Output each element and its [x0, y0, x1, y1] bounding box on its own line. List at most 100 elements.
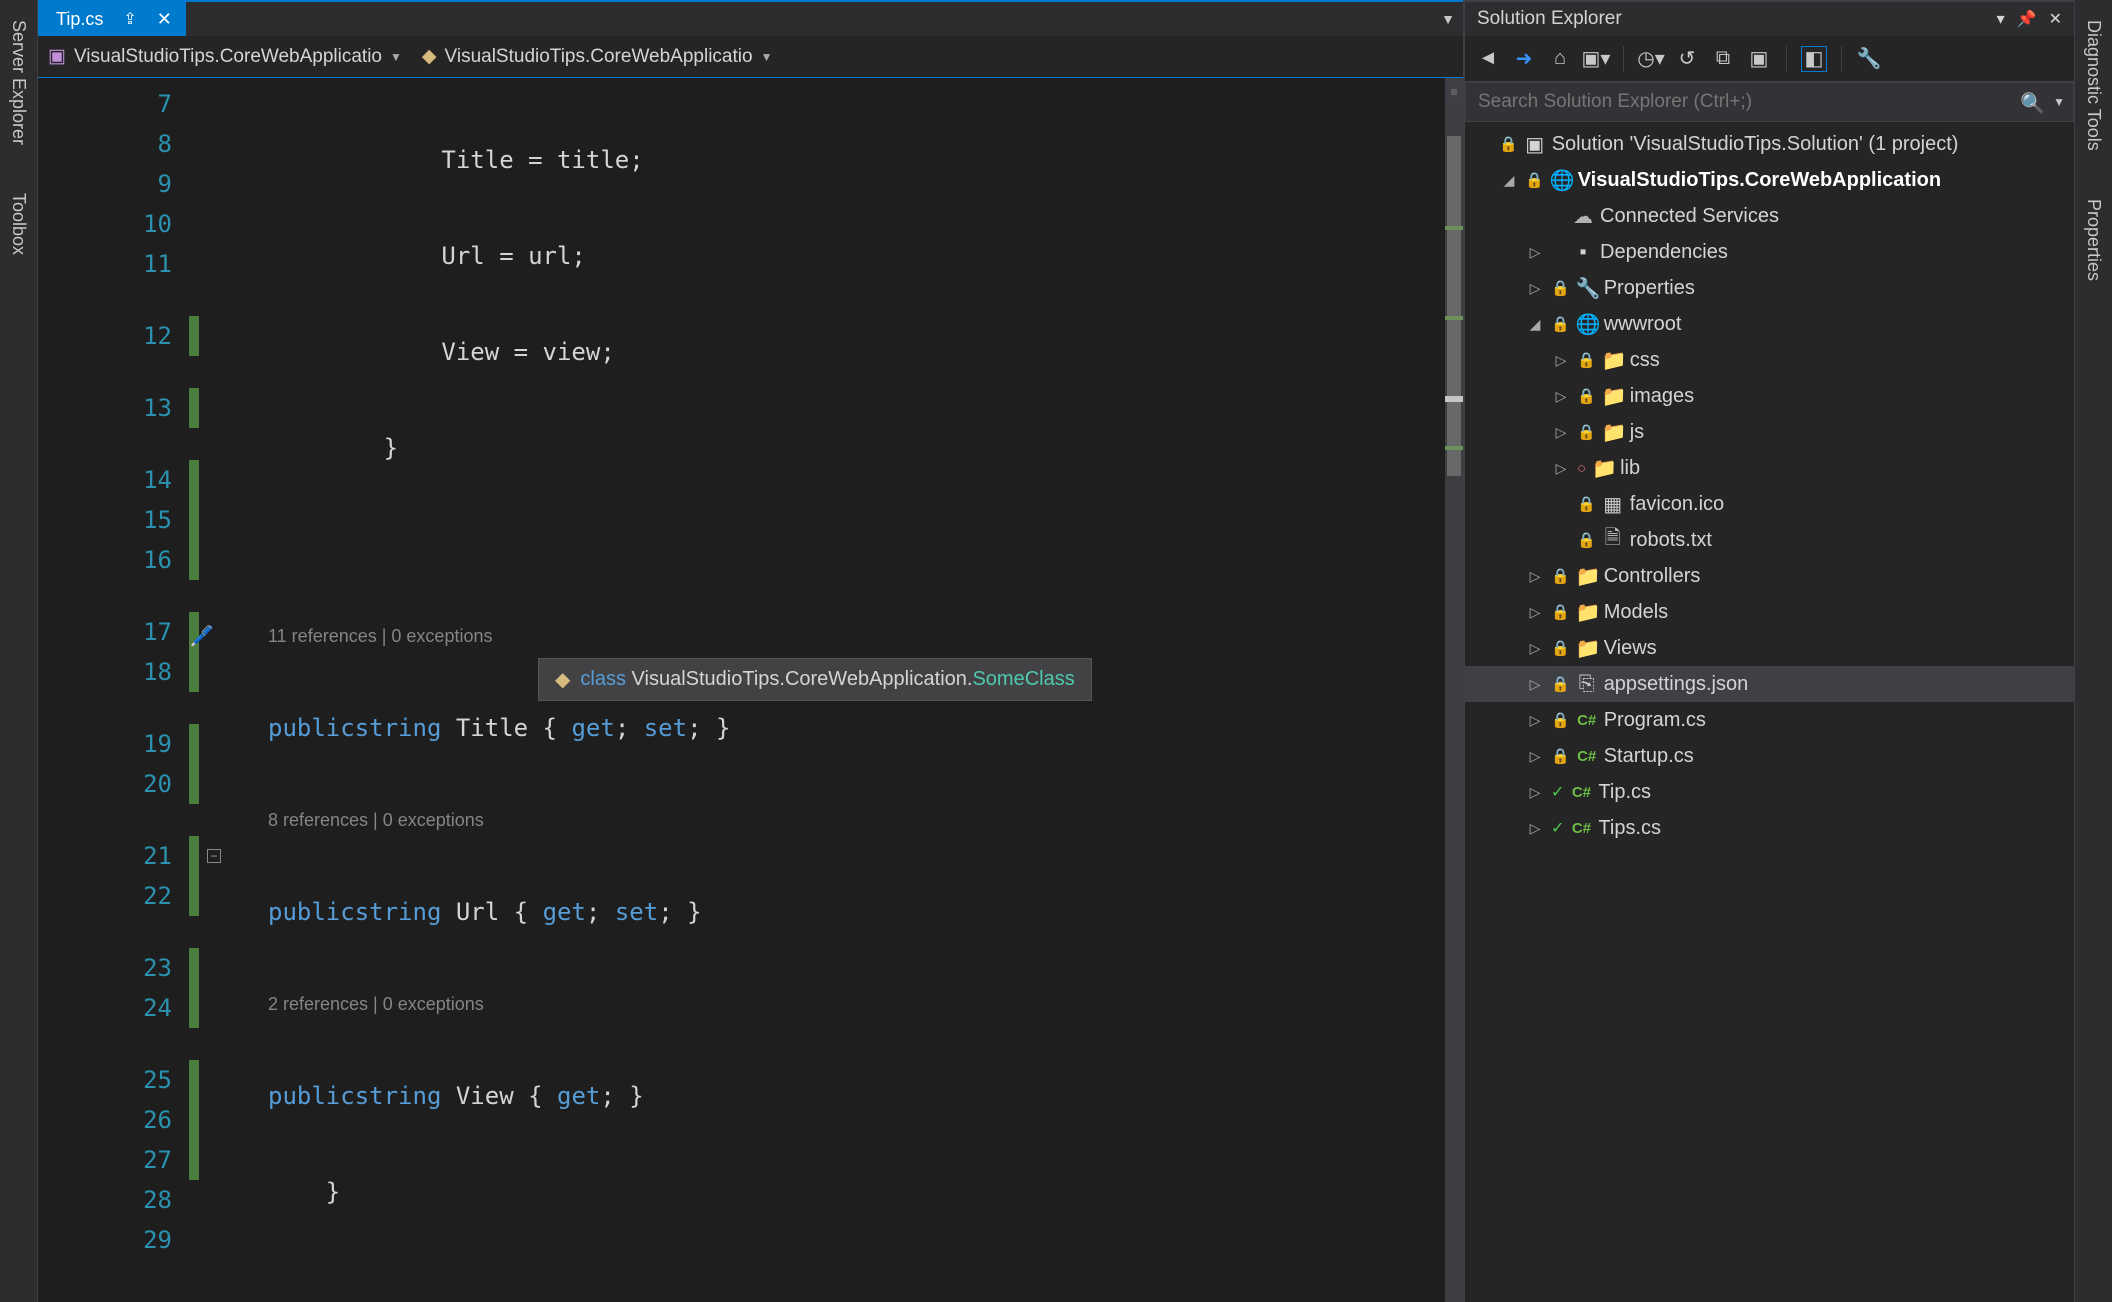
- expander-icon[interactable]: ▷: [1525, 820, 1545, 837]
- tree-folder-images[interactable]: ▷ 🔒 📁 images: [1465, 378, 2074, 414]
- code-text-area[interactable]: Title = title; Url = url; View = view; }…: [228, 78, 1463, 1302]
- properties-tab[interactable]: Properties: [2079, 187, 2108, 293]
- tree-file-appsettings[interactable]: ▷ 🔒 ⎘ appsettings.json: [1465, 666, 2074, 702]
- node-label: css: [1630, 349, 1660, 372]
- tree-file-program[interactable]: ▷ 🔒 C# Program.cs: [1465, 702, 2074, 738]
- expander-icon[interactable]: ▷: [1525, 640, 1545, 657]
- tab-overflow-dropdown[interactable]: ▼: [1433, 2, 1463, 36]
- split-window-handle[interactable]: ≡: [1445, 78, 1463, 106]
- folder-icon: 📁: [1592, 456, 1614, 481]
- nav-namespace-dropdown[interactable]: ▣ VisualStudioTips.CoreWebApplicatio ▼: [48, 45, 402, 68]
- node-label: Startup.cs: [1604, 745, 1694, 768]
- line-number: 27: [44, 1140, 180, 1180]
- code-editor[interactable]: 7 8 9 10 11 12 13 14 15 16 17 🖊️ 18 19: [38, 78, 1463, 1302]
- search-icon[interactable]: 🔍: [2020, 91, 2045, 116]
- close-icon[interactable]: ✕: [2049, 9, 2062, 29]
- tree-properties[interactable]: ▷ 🔒 🔧 Properties: [1465, 270, 2074, 306]
- code-line: }: [268, 428, 1463, 468]
- lock-icon: 🔒: [1551, 567, 1570, 585]
- folder-icon: 📁: [1602, 420, 1624, 445]
- tree-file-startup[interactable]: ▷ 🔒 C# Startup.cs: [1465, 738, 2074, 774]
- expander-icon[interactable]: ▷: [1551, 424, 1571, 441]
- nav-class-dropdown[interactable]: ◆ VisualStudioTips.CoreWebApplicatio ▼: [422, 45, 773, 68]
- collapse-all-icon[interactable]: ▣: [1746, 46, 1772, 72]
- node-label: appsettings.json: [1604, 673, 1749, 696]
- tree-dependencies[interactable]: ▷ ▪ Dependencies: [1465, 234, 2074, 270]
- toolbox-tab[interactable]: Toolbox: [4, 181, 33, 267]
- node-label: Solution 'VisualStudioTips.Solution' (1 …: [1552, 133, 1959, 156]
- solution-explorer-titlebar[interactable]: Solution Explorer ▾ 📌 ✕: [1465, 0, 2074, 36]
- home-icon[interactable]: ⌂: [1547, 46, 1573, 72]
- expander-icon[interactable]: ▷: [1525, 784, 1545, 801]
- expander-icon[interactable]: ▷: [1525, 676, 1545, 693]
- expander-icon[interactable]: ◢: [1499, 172, 1519, 189]
- line-number: 9: [44, 164, 180, 204]
- scope-switch-icon[interactable]: ▣▾: [1583, 46, 1609, 72]
- tooltip-namespace: VisualStudioTips.CoreWebApplication.: [632, 668, 973, 690]
- lock-icon: 🔒: [1551, 747, 1570, 765]
- chevron-down-icon: ▼: [390, 50, 402, 64]
- tree-folder-views[interactable]: ▷ 🔒 📁 Views: [1465, 630, 2074, 666]
- close-icon[interactable]: ✕: [157, 9, 172, 30]
- expander-icon[interactable]: ▷: [1525, 244, 1545, 261]
- expander-icon[interactable]: ▷: [1551, 352, 1571, 369]
- expander-icon[interactable]: ▷: [1525, 748, 1545, 765]
- csharp-file-icon: C#: [1570, 784, 1592, 801]
- codelens[interactable]: 2 references | 0 exceptions: [268, 988, 1463, 1020]
- tree-project-node[interactable]: ◢ 🔒 🌐 VisualStudioTips.CoreWebApplicatio…: [1465, 162, 2074, 198]
- expander-icon[interactable]: ▷: [1525, 712, 1545, 729]
- json-file-icon: ⎘: [1576, 673, 1598, 696]
- outline-collapse-toggle[interactable]: −: [207, 849, 221, 863]
- tree-folder-controllers[interactable]: ▷ 🔒 📁 Controllers: [1465, 558, 2074, 594]
- back-icon[interactable]: ◄: [1475, 46, 1501, 72]
- globe-icon: 🌐: [1576, 312, 1598, 337]
- tree-folder-lib[interactable]: ▷ ○ 📁 lib: [1465, 450, 2074, 486]
- sync-icon[interactable]: ↺: [1674, 46, 1700, 72]
- expander-icon[interactable]: ◢: [1525, 316, 1545, 333]
- solution-tree[interactable]: 🔒 ▣ Solution 'VisualStudioTips.Solution'…: [1465, 122, 2074, 1302]
- class-icon: ◆: [422, 45, 437, 68]
- expander-icon[interactable]: ▷: [1551, 388, 1571, 405]
- tree-file-robots[interactable]: 🔒 🗎 robots.txt: [1465, 522, 2074, 558]
- autohide-pin-icon[interactable]: 📌: [2017, 9, 2037, 29]
- line-number: 23: [44, 948, 180, 988]
- show-all-files-icon[interactable]: ⧉: [1710, 46, 1736, 72]
- line-number: 28: [44, 1180, 180, 1220]
- expander-icon[interactable]: ▷: [1525, 568, 1545, 585]
- tree-wwwroot[interactable]: ◢ 🔒 🌐 wwwroot: [1465, 306, 2074, 342]
- code-line: public string Title { get; set; }: [268, 708, 1463, 748]
- pending-changes-filter-icon[interactable]: ◷▾: [1638, 46, 1664, 72]
- tree-folder-css[interactable]: ▷ 🔒 📁 css: [1465, 342, 2074, 378]
- expander-icon[interactable]: ▷: [1551, 460, 1571, 477]
- expander-icon[interactable]: ▷: [1525, 280, 1545, 297]
- tree-connected-services[interactable]: ☁ Connected Services: [1465, 198, 2074, 234]
- scrollbar-thumb[interactable]: [1447, 136, 1461, 476]
- search-input[interactable]: [1466, 83, 2073, 121]
- tree-folder-js[interactable]: ▷ 🔒 📁 js: [1465, 414, 2074, 450]
- tree-file-tips[interactable]: ▷ ✓ C# Tips.cs: [1465, 810, 2074, 846]
- codelens[interactable]: 8 references | 0 exceptions: [268, 804, 1463, 836]
- server-explorer-tab[interactable]: Server Explorer: [4, 8, 33, 157]
- document-tab-tip-cs[interactable]: Tip.cs ⇪ ✕: [38, 2, 186, 36]
- expander-icon[interactable]: ▷: [1525, 604, 1545, 621]
- pin-icon[interactable]: ⇪: [123, 9, 136, 29]
- tree-file-tip[interactable]: ▷ ✓ C# Tip.cs: [1465, 774, 2074, 810]
- solution-explorer-search[interactable]: 🔍 ▼: [1465, 82, 2074, 122]
- refactor-lightbulb-icon[interactable]: 🖊️: [189, 616, 214, 656]
- nav-namespace-label: VisualStudioTips.CoreWebApplicatio: [74, 46, 382, 68]
- preview-selected-items-icon[interactable]: ◧: [1801, 46, 1827, 72]
- node-label: js: [1630, 421, 1644, 444]
- search-options-icon[interactable]: ▼: [2053, 95, 2065, 109]
- tree-folder-models[interactable]: ▷ 🔒 📁 Models: [1465, 594, 2074, 630]
- window-menu-icon[interactable]: ▾: [1997, 9, 2005, 29]
- forward-icon[interactable]: ➜: [1511, 46, 1537, 72]
- tree-solution-node[interactable]: 🔒 ▣ Solution 'VisualStudioTips.Solution'…: [1465, 126, 2074, 162]
- right-side-well: Diagnostic Tools Properties: [2074, 0, 2112, 1302]
- codelens[interactable]: 11 references | 0 exceptions: [268, 620, 1463, 652]
- vertical-scrollbar[interactable]: [1445, 106, 1463, 1302]
- solution-icon: ▣: [1524, 132, 1546, 157]
- properties-icon[interactable]: 🔧: [1856, 46, 1882, 72]
- diagnostic-tools-tab[interactable]: Diagnostic Tools: [2079, 8, 2108, 163]
- code-line: }: [268, 1172, 1463, 1212]
- tree-file-favicon[interactable]: 🔒 ▦ favicon.ico: [1465, 486, 2074, 522]
